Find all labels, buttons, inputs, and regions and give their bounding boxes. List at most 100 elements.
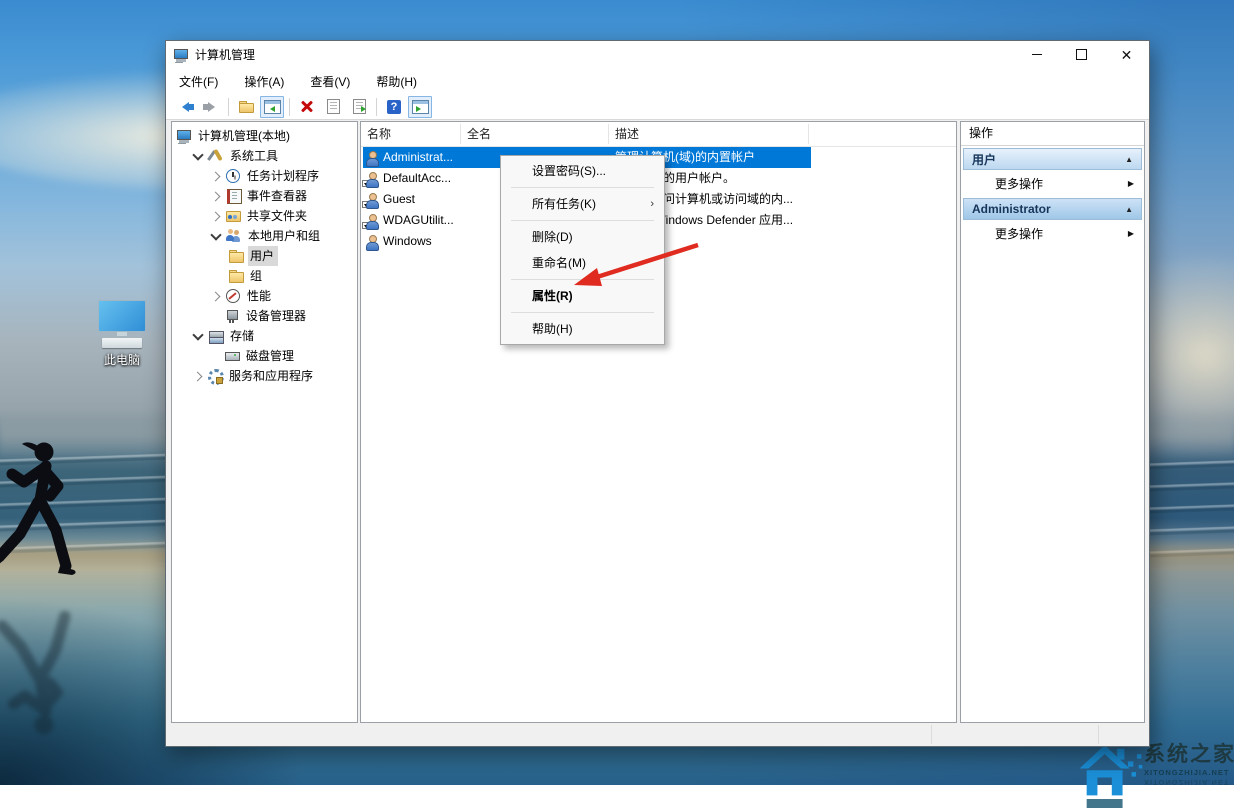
cell-name: Administrat... (383, 147, 465, 168)
tree-item-services-and-applications[interactable]: 服务和应用程序 (172, 366, 357, 386)
show-action-pane-button[interactable] (408, 96, 432, 118)
menu-separator (511, 279, 654, 280)
services-icon (207, 368, 223, 384)
cell-name: DefaultAcc... (383, 168, 465, 189)
forward-button[interactable] (199, 96, 223, 118)
menu-item-label: 所有任务(K) (532, 197, 596, 211)
menu-item-help[interactable]: 帮助(H) (501, 316, 664, 342)
tree-item-label: 事件查看器 (245, 186, 311, 206)
menu-item-delete[interactable]: 删除(D) (501, 224, 664, 250)
tree-item-system-tools[interactable]: 系统工具 (172, 146, 357, 166)
menu-action[interactable]: 操作(A) (231, 68, 297, 95)
more-actions-users[interactable]: 更多操作 ▶ (963, 171, 1142, 196)
back-button[interactable] (173, 96, 197, 118)
chevron-collapsed-icon[interactable] (211, 171, 221, 181)
tree-item-label: 设备管理器 (244, 306, 310, 326)
menu-file[interactable]: 文件(F) (166, 68, 231, 95)
column-header-full-name[interactable]: 全名 (461, 124, 609, 144)
event-viewer-icon (225, 188, 241, 204)
chevron-expanded-icon[interactable] (192, 149, 203, 160)
export-list-icon (353, 99, 366, 114)
column-header-description[interactable]: 描述 (609, 124, 809, 144)
more-actions-label: 更多操作 (995, 225, 1043, 242)
watermark-url: XITONGZHIJIA.NET (1144, 768, 1234, 777)
menu-item-rename[interactable]: 重命名(M) (501, 250, 664, 276)
menu-item-all-tasks[interactable]: 所有任务(K) › (501, 191, 664, 217)
titlebar[interactable]: 计算机管理 ✕ (166, 41, 1149, 68)
chevron-collapsed-icon[interactable] (193, 371, 203, 381)
properties-button[interactable] (321, 96, 345, 118)
disabled-badge-icon (362, 201, 369, 208)
chevron-expanded-icon[interactable] (210, 229, 221, 240)
runner-silhouette (0, 438, 90, 596)
cell-name: Guest (383, 189, 465, 210)
user-icon (364, 234, 379, 249)
chevron-collapsed-icon[interactable] (211, 291, 221, 301)
show-console-tree-button[interactable] (260, 96, 284, 118)
chevron-collapsed-icon[interactable] (211, 191, 221, 201)
toolbar-separator (376, 98, 377, 116)
forward-icon (203, 102, 220, 112)
disk-management-icon (224, 348, 240, 364)
task-scheduler-icon (225, 168, 241, 184)
tree-item-local-users-and-groups[interactable]: 本地用户和组 (172, 226, 357, 246)
this-pc-stand (117, 332, 127, 336)
actions-section-administrator[interactable]: Administrator ▲ (963, 198, 1142, 220)
action-pane-icon (412, 100, 429, 114)
tree-item-label: 用户 (248, 246, 278, 266)
menu-separator (511, 220, 654, 221)
close-button[interactable]: ✕ (1104, 41, 1149, 68)
tree-item-device-manager[interactable]: 设备管理器 (172, 306, 357, 326)
more-actions-administrator[interactable]: 更多操作 ▶ (963, 221, 1142, 246)
performance-icon (225, 288, 241, 304)
menu-help[interactable]: 帮助(H) (363, 68, 430, 95)
menu-item-properties[interactable]: 属性(R) (501, 283, 664, 309)
tree-item-users[interactable]: 用户 (172, 246, 357, 266)
help-button[interactable]: ? (382, 96, 406, 118)
column-header-name[interactable]: 名称 (361, 124, 461, 144)
tree-item-performance[interactable]: 性能 (172, 286, 357, 306)
tree-item-shared-folders[interactable]: 共享文件夹 (172, 206, 357, 226)
user-icon-disabled (364, 213, 379, 228)
this-pc-monitor-icon (98, 300, 146, 332)
watermark-url-reflection: XITONGZHIJIA.NET (1144, 778, 1234, 787)
tree-item-label: 系统工具 (228, 146, 282, 166)
tree-item-computer-management-local[interactable]: 计算机管理(本地) (172, 126, 357, 146)
tree-item-storage[interactable]: 存储 (172, 326, 357, 346)
console-tree-icon (264, 100, 281, 114)
tree-item-task-scheduler[interactable]: 任务计划程序 (172, 166, 357, 186)
runner-reflection (0, 588, 90, 738)
actions-pane: 操作 用户 ▲ 更多操作 ▶ Administrator ▲ 更多操作 ▶ (960, 121, 1145, 723)
actions-section-title: 用户 (972, 151, 996, 168)
desktop-icon-this-pc[interactable]: 此电脑 (90, 300, 154, 368)
collapse-icon[interactable]: ▲ (1125, 205, 1133, 214)
disabled-badge-icon (362, 222, 369, 229)
up-one-level-button[interactable] (234, 96, 258, 118)
maximize-button[interactable] (1059, 41, 1104, 68)
chevron-collapsed-icon[interactable] (211, 211, 221, 221)
desktop-icon-label: 此电脑 (90, 351, 154, 368)
close-icon: ✕ (1121, 48, 1133, 62)
delete-button[interactable] (295, 96, 319, 118)
toolbar-separator (228, 98, 229, 116)
tree-item-groups[interactable]: 组 (172, 266, 357, 286)
collapse-icon[interactable]: ▲ (1125, 155, 1133, 164)
properties-icon (327, 99, 340, 114)
actions-section-users[interactable]: 用户 ▲ (963, 148, 1142, 170)
back-icon (177, 102, 194, 112)
maximize-icon (1076, 49, 1087, 60)
user-icon-disabled (364, 171, 379, 186)
export-list-button[interactable] (347, 96, 371, 118)
minimize-button[interactable] (1014, 41, 1059, 68)
tree-item-event-viewer[interactable]: 事件查看器 (172, 186, 357, 206)
menu-item-set-password[interactable]: 设置密码(S)... (501, 158, 664, 184)
tree-item-label: 存储 (228, 326, 258, 346)
local-users-icon (226, 228, 242, 244)
statusbar-divider (1098, 725, 1099, 744)
tree-item-disk-management[interactable]: 磁盘管理 (172, 346, 357, 366)
menu-separator (511, 312, 654, 313)
menu-view[interactable]: 查看(V) (297, 68, 363, 95)
actions-pane-title: 操作 (961, 122, 1144, 146)
chevron-expanded-icon[interactable] (192, 329, 203, 340)
disabled-badge-icon (362, 180, 369, 187)
